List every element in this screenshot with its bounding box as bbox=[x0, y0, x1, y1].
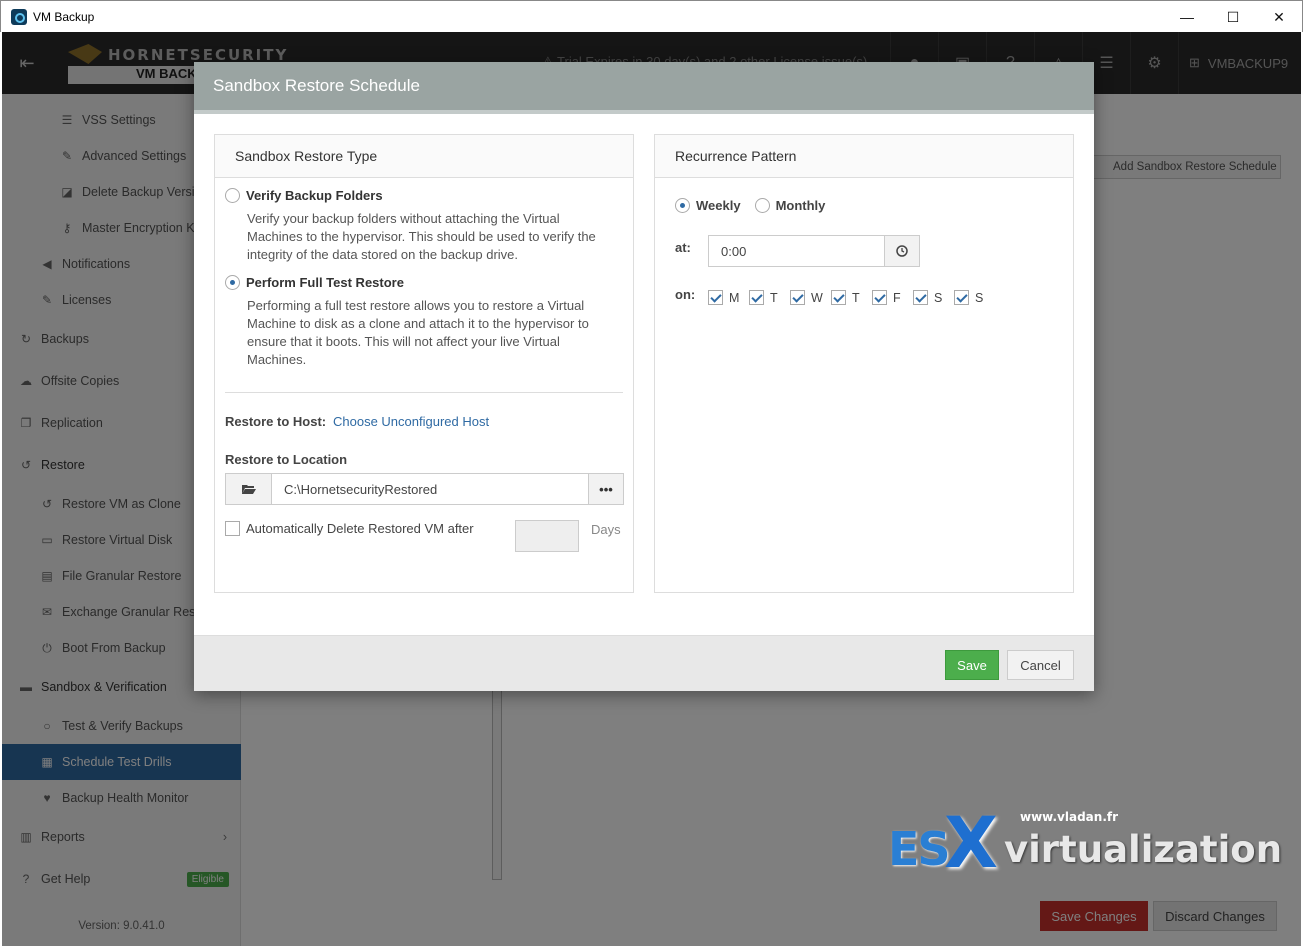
day-checkbox[interactable] bbox=[831, 290, 846, 305]
watermark-virtualization: virtualization bbox=[1004, 828, 1283, 871]
day-thursday[interactable]: T bbox=[831, 290, 862, 305]
dialog-footer: Save Cancel bbox=[194, 635, 1094, 691]
monthly-label: Monthly bbox=[775, 198, 826, 213]
day-monday[interactable]: M bbox=[708, 290, 739, 305]
weekday-checkboxes: M T W T F S S bbox=[708, 290, 995, 305]
clock-icon[interactable] bbox=[884, 236, 919, 266]
browse-location-button[interactable]: ••• bbox=[588, 474, 623, 504]
day-friday[interactable]: F bbox=[872, 290, 903, 305]
day-checkbox[interactable] bbox=[708, 290, 723, 305]
verify-backup-folders-radio[interactable] bbox=[225, 188, 240, 203]
time-input[interactable]: 0:00 bbox=[709, 236, 884, 266]
weekly-label: Weekly bbox=[696, 198, 741, 213]
folder-open-icon[interactable] bbox=[226, 474, 272, 504]
restore-type-title: Sandbox Restore Type bbox=[215, 135, 633, 178]
app-icon bbox=[11, 8, 27, 25]
verify-backup-folders-option[interactable]: Verify Backup Folders bbox=[225, 188, 383, 203]
cancel-button[interactable]: Cancel bbox=[1007, 650, 1074, 680]
watermark-url: www.vladan.fr bbox=[1020, 810, 1119, 824]
days-label: Days bbox=[591, 522, 621, 537]
on-label: on: bbox=[675, 287, 696, 302]
recurrence-panel: Recurrence Pattern Weekly Monthly at: 0:… bbox=[654, 134, 1074, 593]
window-titlebar: VM Backup — ☐ ✕ bbox=[0, 0, 1303, 32]
save-button[interactable]: Save bbox=[945, 650, 999, 680]
full-test-restore-option[interactable]: Perform Full Test Restore bbox=[225, 275, 404, 290]
full-test-restore-description: Performing a full test restore allows yo… bbox=[247, 298, 589, 367]
weekly-radio[interactable] bbox=[675, 198, 690, 213]
day-checkbox[interactable] bbox=[790, 290, 805, 305]
auto-delete-checkbox[interactable] bbox=[225, 521, 240, 536]
sandbox-restore-schedule-dialog: Sandbox Restore Schedule Sandbox Restore… bbox=[194, 62, 1094, 691]
restore-type-panel: Sandbox Restore Type Verify Backup Folde… bbox=[214, 134, 634, 593]
restore-location-input[interactable]: C:\HornetsecurityRestored bbox=[272, 474, 588, 504]
recurrence-title: Recurrence Pattern bbox=[655, 135, 1073, 178]
at-label: at: bbox=[675, 240, 691, 255]
close-window-button[interactable]: ✕ bbox=[1256, 1, 1302, 33]
time-field: 0:00 bbox=[708, 235, 920, 267]
day-tuesday[interactable]: T bbox=[749, 290, 780, 305]
full-test-restore-radio[interactable] bbox=[225, 275, 240, 290]
maximize-button[interactable]: ☐ bbox=[1210, 1, 1256, 33]
auto-delete-option[interactable]: Automatically Delete Restored VM after bbox=[225, 521, 474, 536]
watermark-es: ES bbox=[888, 822, 951, 876]
minimize-button[interactable]: — bbox=[1164, 1, 1210, 33]
restore-to-host-label: Restore to Host: bbox=[225, 414, 327, 429]
choose-host-link[interactable]: Choose Unconfigured Host bbox=[333, 414, 489, 429]
auto-delete-days-input[interactable] bbox=[515, 520, 579, 552]
day-sunday[interactable]: S bbox=[954, 290, 985, 305]
day-checkbox[interactable] bbox=[913, 290, 928, 305]
restore-location-field: C:\HornetsecurityRestored ••• bbox=[225, 473, 624, 505]
day-wednesday[interactable]: W bbox=[790, 290, 823, 305]
divider bbox=[225, 392, 623, 393]
window-title: VM Backup bbox=[33, 9, 95, 24]
restore-location-label: Restore to Location bbox=[225, 452, 348, 467]
dialog-title: Sandbox Restore Schedule bbox=[194, 62, 1094, 114]
day-checkbox[interactable] bbox=[749, 290, 764, 305]
watermark-x: X bbox=[944, 802, 998, 884]
day-checkbox[interactable] bbox=[872, 290, 887, 305]
recurrence-type-row: Weekly Monthly bbox=[675, 198, 839, 213]
monthly-radio[interactable] bbox=[754, 198, 770, 213]
day-checkbox[interactable] bbox=[954, 290, 969, 305]
day-saturday[interactable]: S bbox=[913, 290, 944, 305]
verify-backup-folders-description: Verify your backup folders without attac… bbox=[247, 211, 596, 262]
watermark-logo: ES X www.vladan.fr virtualization bbox=[888, 802, 1282, 884]
